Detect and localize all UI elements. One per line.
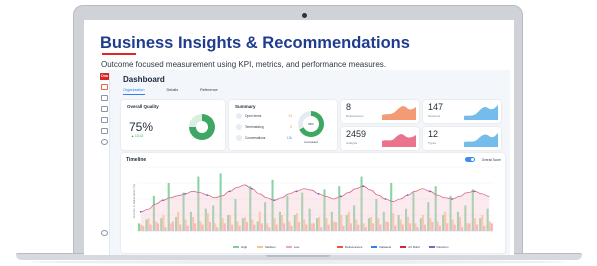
overall-quality-delta: ▲ 10.13 xyxy=(131,134,144,138)
camera-icon xyxy=(302,13,307,18)
stat-sparkline xyxy=(464,105,498,120)
legend-swatch xyxy=(285,246,292,248)
app-logo[interactable]: Dna xyxy=(100,73,109,80)
score-point xyxy=(362,185,365,188)
tab-bar: Organization Details Reference xyxy=(123,88,218,95)
legend-label: Art Build xyxy=(408,245,420,249)
summary-label: Summary xyxy=(235,104,256,109)
timeline-card: Timeline Overall Score Number of deliver… xyxy=(121,153,505,253)
summary-row: Open items 24 xyxy=(236,113,292,119)
summary-row-value: 24 xyxy=(288,114,292,118)
tab-reference[interactable]: Reference xyxy=(200,88,218,95)
tab-details[interactable]: Details xyxy=(167,88,179,95)
flow-icon[interactable] xyxy=(101,106,108,112)
stat-card-types[interactable]: 12 Types xyxy=(423,127,501,150)
laptop-mockup: Business Insights & Recommendations Outc… xyxy=(0,0,597,266)
stat-card-analysis[interactable]: 2459 Analysis xyxy=(341,127,419,150)
conversations-icon xyxy=(236,135,242,141)
org-icon[interactable] xyxy=(101,117,108,123)
score-point xyxy=(206,194,209,197)
search-icon[interactable] xyxy=(101,139,108,145)
title-underline xyxy=(102,53,136,55)
stat-value: 147 xyxy=(428,102,444,112)
stat-value: 2459 xyxy=(346,129,367,139)
open-items-icon xyxy=(236,113,242,119)
summary-row: Conversations 12k xyxy=(236,135,292,141)
score-point xyxy=(317,192,320,195)
laptop-shadow xyxy=(30,260,568,264)
overall-quality-value: 75% xyxy=(129,120,154,134)
summary-card: Summary Open items 24 Terminalizing 8 Co… xyxy=(229,100,337,150)
overall-quality-label: Overall Quality xyxy=(127,104,159,109)
summary-row-value: 12k xyxy=(286,136,292,140)
stat-card-deliverances[interactable]: 8 Deliverances xyxy=(341,100,419,123)
summary-row-value: 8 xyxy=(290,125,292,129)
score-point xyxy=(406,194,409,197)
stat-value: 8 xyxy=(346,102,352,112)
legend-right: Deliverances Datasets Art Build Directio… xyxy=(337,245,448,249)
sidebar: Dna xyxy=(98,70,110,255)
score-point xyxy=(184,192,187,195)
legend-swatch xyxy=(400,246,407,248)
legend-label: High xyxy=(241,245,248,249)
score-point xyxy=(429,190,431,193)
dashboard-title: Dashboard xyxy=(123,75,165,84)
score-point xyxy=(139,210,142,213)
stat-card-sessions[interactable]: 147 Sessions xyxy=(423,100,501,123)
stat-label: Deliverances xyxy=(346,114,364,118)
legend-swatch xyxy=(337,246,343,248)
score-point xyxy=(273,199,276,202)
terminalizing-icon xyxy=(236,124,242,130)
bar xyxy=(138,223,141,231)
score-point xyxy=(473,190,476,193)
dashboard-app: Dna Dashboard Organization Details Refer… xyxy=(98,70,510,255)
stat-label: Types xyxy=(428,141,437,145)
list-icon[interactable] xyxy=(101,95,108,101)
score-point xyxy=(340,195,342,198)
score-point xyxy=(251,187,253,190)
legend-label: Datasets xyxy=(379,245,392,249)
legend-label: Low xyxy=(293,245,300,249)
score-point xyxy=(228,190,231,193)
completed-ring-label: 68% xyxy=(303,116,319,132)
summary-row-name: Open items xyxy=(245,114,262,118)
bar xyxy=(490,223,493,231)
timeline-chart xyxy=(137,166,493,232)
legend-swatch xyxy=(233,246,239,248)
slide-title: Business Insights & Recommendations xyxy=(100,34,410,52)
stat-sparkline xyxy=(464,133,498,147)
tab-organization[interactable]: Organization xyxy=(123,88,145,95)
folder-icon[interactable] xyxy=(101,128,108,134)
settings-icon[interactable] xyxy=(101,230,108,236)
overall-quality-card: Overall Quality 75% ▲ 10.13 xyxy=(121,100,225,150)
legend-left: High Medium Low xyxy=(233,245,299,249)
summary-row-name: Terminalizing xyxy=(245,125,264,129)
legend-label: Deliverances xyxy=(345,245,363,249)
score-point xyxy=(162,199,164,202)
summary-row: Terminalizing 8 xyxy=(236,124,292,130)
legend-swatch xyxy=(428,246,435,248)
laptop-screen: Business Insights & Recommendations Outc… xyxy=(84,20,514,255)
quality-donut xyxy=(189,114,215,140)
chart-icon[interactable] xyxy=(101,84,108,90)
legend-label: Direction xyxy=(436,245,449,249)
score-point xyxy=(384,198,387,200)
stat-label: Analysis xyxy=(346,141,358,145)
stat-sparkline xyxy=(382,134,416,147)
completed-ring: 68% xyxy=(298,111,324,137)
legend-swatch xyxy=(257,246,264,248)
completed-caption: Completed xyxy=(304,140,318,144)
stat-label: Sessions xyxy=(428,114,441,118)
summary-row-name: Conversations xyxy=(245,136,266,140)
slide-subtitle: Outcome focused measurement using KPI, m… xyxy=(101,60,387,69)
donut-hole xyxy=(196,121,208,133)
score-point xyxy=(295,190,298,193)
stat-sparkline xyxy=(382,106,416,120)
legend-label: Medium xyxy=(265,245,276,249)
score-point xyxy=(451,198,454,200)
stat-value: 12 xyxy=(428,129,439,139)
legend-swatch xyxy=(371,246,378,248)
